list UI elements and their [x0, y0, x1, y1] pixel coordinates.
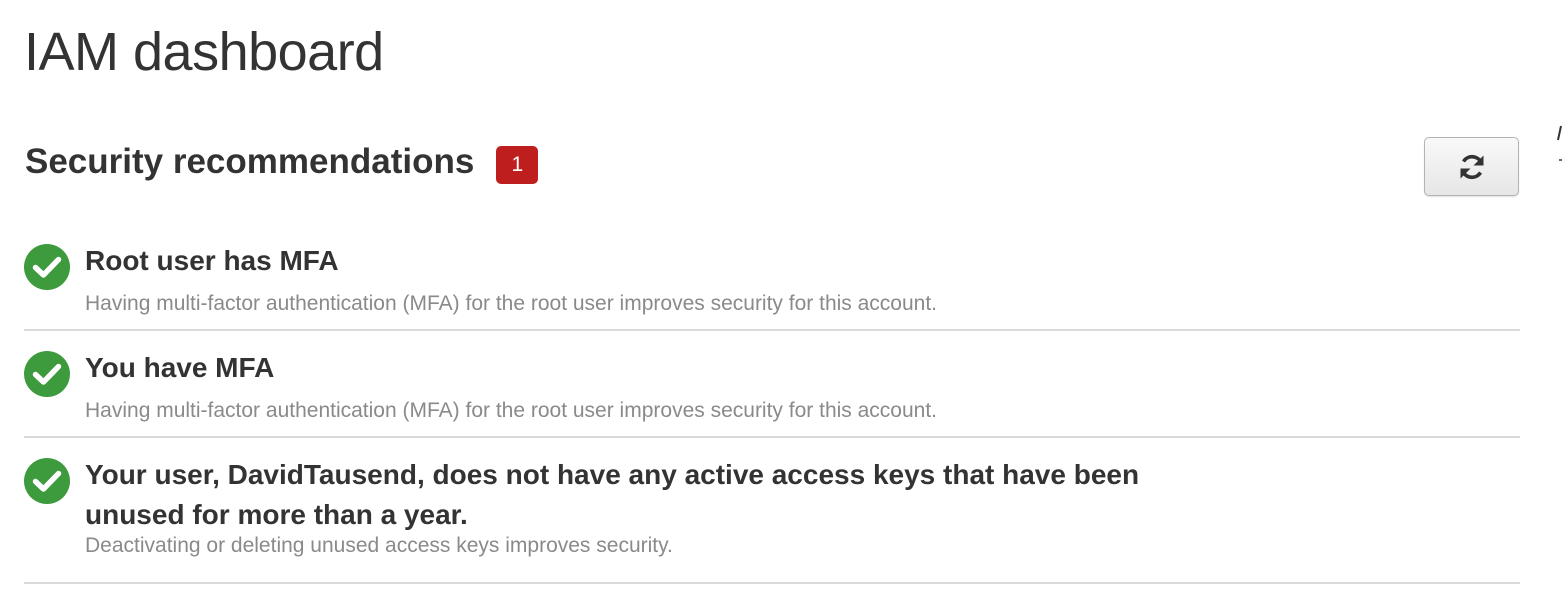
- iam-dashboard-page: IAM dashboard Security recommendations 1…: [0, 0, 1562, 591]
- recommendation-title: Your user, DavidTausend, does not have a…: [85, 459, 1140, 530]
- security-recommendations-header: Security recommendations 1: [25, 138, 539, 186]
- check-circle-icon: [24, 458, 70, 504]
- page-title: IAM dashboard: [24, 22, 384, 82]
- refresh-icon: [1460, 154, 1483, 179]
- refresh-button[interactable]: [1424, 137, 1519, 196]
- recommendation-list: Root user has MFA Having multi-factor au…: [24, 224, 1520, 584]
- recommendation-description: Deactivating or deleting unused access k…: [85, 534, 673, 557]
- recommendation-item: Your user, DavidTausend, does not have a…: [24, 438, 1520, 584]
- recommendation-count-badge: 1: [496, 146, 539, 184]
- section-title: Security recommendations: [25, 142, 475, 181]
- check-circle-icon: [24, 351, 70, 397]
- check-circle-icon: [24, 244, 70, 290]
- recommendation-item: You have MFA Having multi-factor authent…: [24, 331, 1520, 438]
- clipped-edge-glyph: [1555, 124, 1562, 168]
- recommendation-description: Having multi-factor authentication (MFA)…: [85, 292, 938, 315]
- recommendation-item: Root user has MFA Having multi-factor au…: [24, 224, 1520, 331]
- recommendation-title: You have MFA: [85, 352, 275, 383]
- recommendation-description: Having multi-factor authentication (MFA)…: [85, 399, 938, 422]
- recommendation-title: Root user has MFA: [85, 245, 339, 276]
